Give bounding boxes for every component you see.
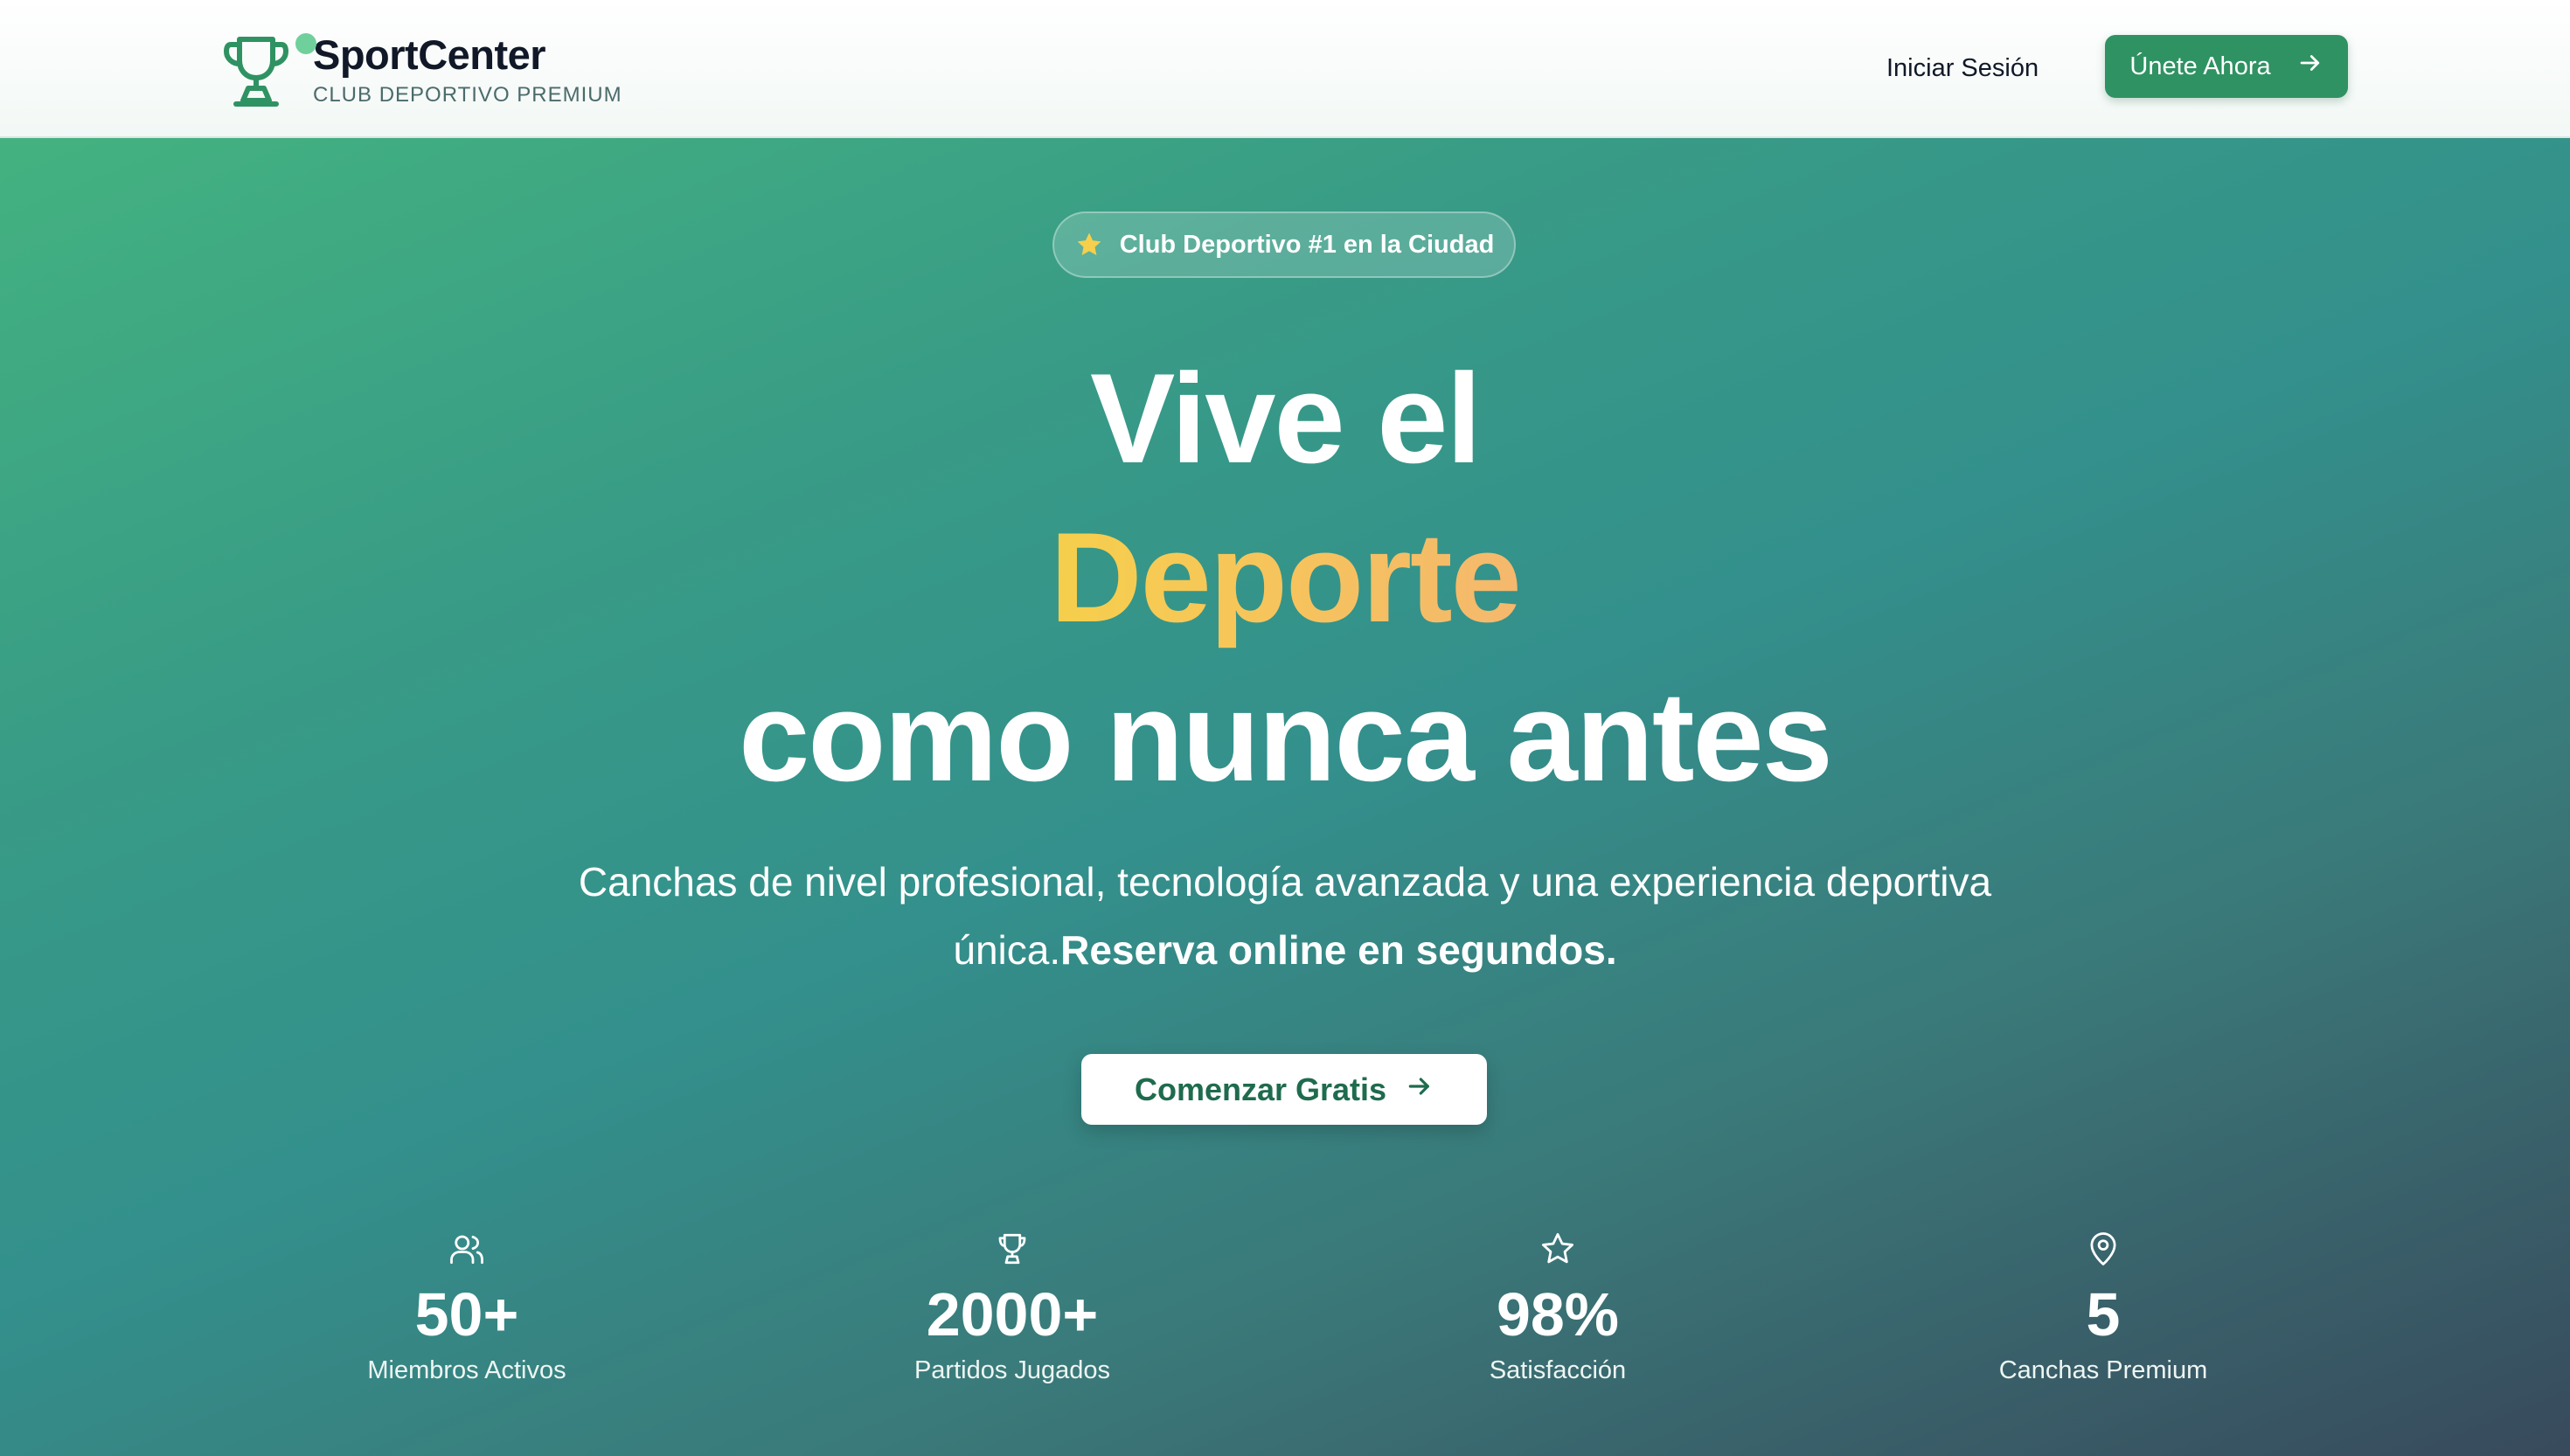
arrow-right-icon	[1406, 1071, 1434, 1108]
map-pin-icon	[2085, 1231, 2122, 1267]
stat-value: 5	[2086, 1280, 2121, 1349]
ranking-badge: Club Deportivo #1 en la Ciudad	[1052, 211, 1516, 278]
stat-members: 50+ Miembros Activos	[292, 1231, 642, 1386]
trophy-icon	[222, 31, 316, 109]
stat-value: 2000+	[926, 1280, 1099, 1349]
start-free-label: Comenzar Gratis	[1134, 1071, 1387, 1107]
hero-subtitle-strong: Reserva online en segundos.	[1060, 927, 1617, 973]
stat-courts: 5 Canchas Premium	[1928, 1231, 2278, 1386]
hero-title-line-3: como nunca antes	[739, 665, 1833, 808]
arrow-right-icon	[2297, 50, 2323, 83]
online-status-dot	[295, 33, 316, 54]
users-icon	[448, 1231, 485, 1267]
trophy-icon	[994, 1231, 1031, 1267]
hero-title: Vive el Deporte como nunca antes	[0, 339, 2570, 816]
join-now-button[interactable]: Únete Ahora	[2105, 35, 2348, 98]
hero-title-line-1: Vive el	[1089, 347, 1482, 489]
top-navbar: SportCenter CLUB DEPORTIVO PREMIUM Inici…	[0, 0, 2570, 138]
stat-value: 50+	[414, 1280, 519, 1349]
login-button[interactable]: Iniciar Sesión	[1886, 47, 2039, 89]
brand-text: SportCenter CLUB DEPORTIVO PREMIUM	[313, 31, 622, 108]
badge-text: Club Deportivo #1 en la Ciudad	[1119, 230, 1495, 259]
stat-value: 98%	[1496, 1280, 1620, 1349]
start-free-button[interactable]: Comenzar Gratis	[1081, 1054, 1487, 1125]
star-icon	[1539, 1231, 1576, 1267]
hero-title-highlight: Deporte	[1050, 506, 1522, 648]
brand-tagline: CLUB DEPORTIVO PREMIUM	[313, 83, 622, 107]
stat-label: Partidos Jugados	[913, 1356, 1111, 1384]
hero-subtitle: Canchas de nivel profesional, tecnología…	[542, 848, 2028, 984]
stat-label: Miembros Activos	[367, 1356, 566, 1384]
stat-matches: 2000+ Partidos Jugados	[837, 1231, 1187, 1386]
star-icon	[1074, 230, 1104, 260]
brand-name: SportCenter	[313, 31, 546, 78]
join-now-label: Únete Ahora	[2129, 52, 2271, 80]
stat-label: Satisfacción	[1489, 1356, 1627, 1384]
stat-label: Canchas Premium	[1998, 1356, 2208, 1384]
stat-satisfaction: 98% Satisfacción	[1383, 1231, 1733, 1386]
brand-logo[interactable]: SportCenter CLUB DEPORTIVO PREMIUM	[222, 26, 622, 114]
